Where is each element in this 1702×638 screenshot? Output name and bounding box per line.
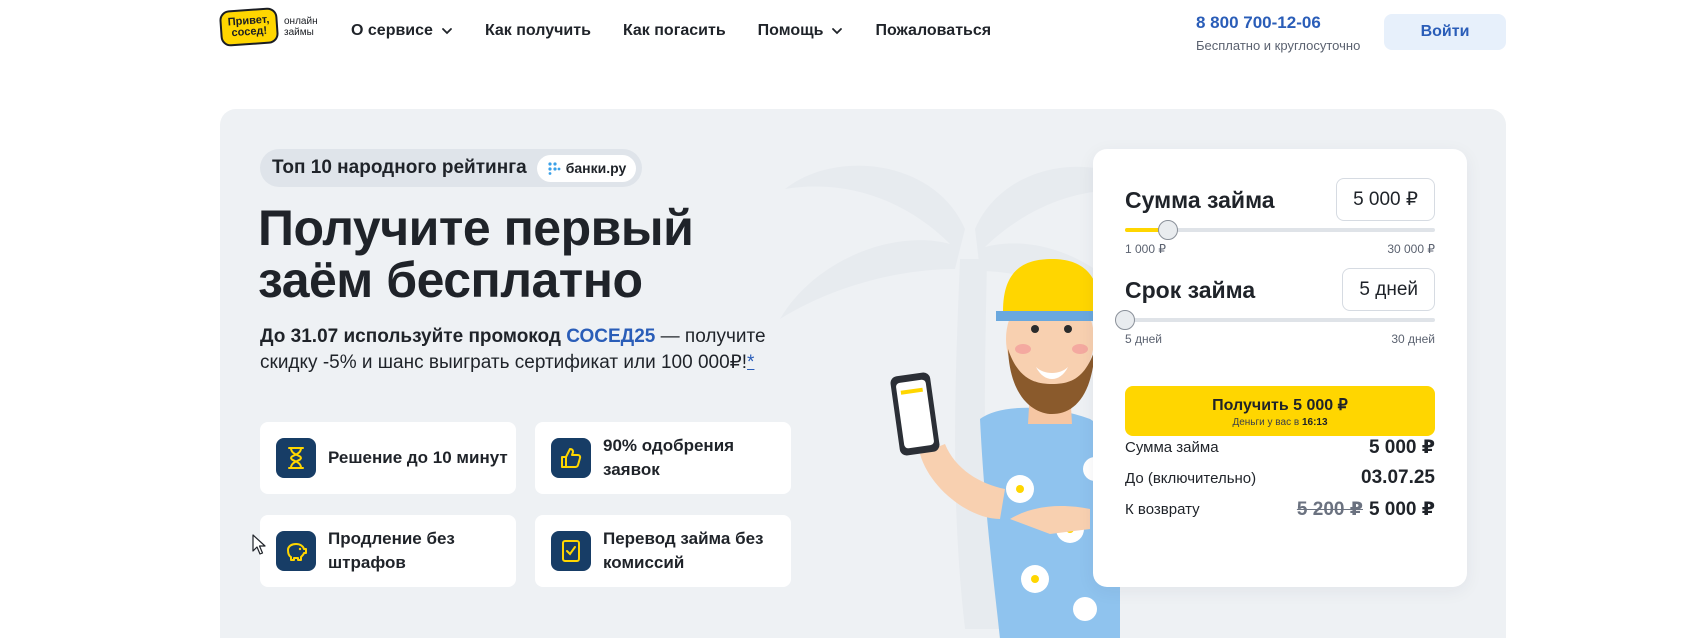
hero-title: Получите первый заём бесплатно — [258, 202, 818, 306]
banki-logo-icon — [548, 162, 561, 175]
get-loan-button-label: Получить 5 000 ₽ — [1212, 396, 1348, 414]
logo-side-line1: онлайн — [284, 16, 318, 27]
thumbs-up-icon — [551, 438, 591, 478]
old-repayment-value: 5 200 ₽ — [1296, 499, 1363, 520]
logo-main-line2: сосед! — [231, 24, 268, 40]
get-loan-button[interactable]: Получить 5 000 ₽ Деньги у вас в 16:13 — [1125, 386, 1435, 436]
nav-item-complain[interactable]: Пожаловаться — [875, 22, 991, 40]
summary-label: К возврату — [1125, 501, 1200, 518]
nav-item-label: О сервисе — [351, 22, 433, 39]
promo-code: СОСЕД25 — [566, 326, 656, 347]
amount-slider[interactable] — [1125, 220, 1435, 240]
summary-value: 5 000 ₽ — [1368, 437, 1435, 458]
hero-title-line2: заём бесплатно — [258, 252, 643, 308]
repayment-value: 5 000 ₽ — [1368, 499, 1435, 520]
loan-calculator: Сумма займа 5 000 ₽ 1 000 ₽ 30 000 ₽ Сро… — [1093, 149, 1467, 587]
promo-prefix: До 31.07 используйте промокод — [260, 326, 561, 347]
delivery-time: 16:13 — [1301, 416, 1328, 428]
term-label: Срок займа — [1125, 277, 1256, 303]
mouse-cursor-icon — [252, 534, 266, 555]
amount-min-label: 1 000 ₽ — [1125, 242, 1166, 256]
amount-slider-handle[interactable] — [1157, 220, 1178, 240]
nav-item-how-to-repay[interactable]: Как погасить — [623, 22, 726, 40]
mascot-illustration — [890, 259, 1120, 638]
logo-side-line2: займы — [284, 27, 314, 38]
summary-row: К возврату 5 200 ₽5 000 ₽ — [1125, 498, 1435, 521]
summary-value: 03.07.25 — [1361, 467, 1435, 488]
term-min-label: 5 дней — [1125, 332, 1163, 346]
logo-badge: Привет, сосед! — [218, 7, 280, 47]
page: Привет, сосед! онлайн займы О сервисе Ка… — [0, 0, 1702, 638]
amount-label: Сумма займа — [1125, 187, 1275, 213]
logo-side: онлайн займы — [284, 16, 318, 38]
nav-item-label: Как погасить — [622, 22, 726, 39]
rating-text: Топ 10 народного рейтинга — [272, 157, 527, 178]
summary-label: Сумма займа — [1125, 439, 1219, 456]
nav-item-how-to-get[interactable]: Как получить — [485, 22, 591, 40]
promo-text: До 31.07 используйте промокод СОСЕД25 — … — [260, 324, 780, 376]
header: Привет, сосед! онлайн займы О сервисе Ка… — [0, 0, 1702, 66]
summary-value: 5 200 ₽5 000 ₽ — [1297, 498, 1435, 521]
get-loan-button-subtitle: Деньги у вас в 16:13 — [1232, 417, 1327, 428]
piggy-bank-icon — [276, 531, 316, 571]
summary-row: Сумма займа 5 000 ₽ — [1125, 436, 1435, 459]
hero-section: Топ 10 народного рейтинга банки.ру Получ… — [220, 109, 1506, 638]
phone-link[interactable]: 8 800 700-12-06 — [1196, 13, 1360, 33]
feature-card: Перевод займа без комиссий — [535, 515, 791, 587]
term-max-label: 30 дней — [1391, 332, 1435, 346]
chevron-down-icon — [442, 28, 452, 35]
term-slider[interactable] — [1115, 310, 1435, 330]
term-input[interactable]: 5 дней — [1342, 268, 1435, 311]
feature-card: 90% одобрения заявок — [535, 422, 791, 494]
logo[interactable]: Привет, сосед! онлайн займы — [218, 7, 322, 47]
term-slider-handle[interactable] — [1115, 310, 1135, 330]
hero-title-line1: Получите первый — [258, 200, 694, 256]
amount-input[interactable]: 5 000 ₽ — [1336, 178, 1435, 221]
login-button[interactable]: Войти — [1384, 14, 1506, 50]
phone-subtitle: Бесплатно и круглосуточно — [1196, 38, 1361, 53]
hourglass-icon — [276, 438, 316, 478]
nav-item-label: Пожаловаться — [875, 22, 992, 39]
nav-item-label: Как получить — [484, 22, 591, 39]
main-nav: О сервисе Как получить Как погасить Помо… — [351, 22, 1023, 40]
phone-block: 8 800 700-12-06 Бесплатно и круглосуточн… — [1196, 13, 1360, 53]
summary-row: До (включительно) 03.07.25 — [1125, 467, 1435, 489]
rating-badge: Топ 10 народного рейтинга банки.ру — [260, 149, 643, 187]
feature-card: Решение до 10 минут — [260, 422, 516, 494]
document-check-icon — [551, 531, 591, 571]
feature-text: Решение до 10 минут — [328, 448, 508, 467]
feature-text: 90% одобрения заявок — [603, 436, 735, 479]
chevron-down-icon — [832, 28, 843, 35]
summary-label: До (включительно) — [1125, 469, 1257, 487]
delivery-prefix: Деньги у вас в — [1232, 416, 1300, 428]
feature-text: Перевод займа без комиссий — [603, 529, 764, 572]
amount-max-label: 30 000 ₽ — [1387, 242, 1435, 256]
promo-footnote-link[interactable]: * — [747, 352, 754, 373]
partner-name: банки.ру — [565, 160, 627, 176]
nav-item-label: Помощь — [757, 22, 824, 39]
nav-item-about[interactable]: О сервисе — [351, 22, 453, 40]
feature-text: Продление без штрафов — [328, 529, 455, 572]
partner-badge[interactable]: банки.ру — [536, 154, 637, 182]
nav-item-help[interactable]: Помощь — [758, 22, 844, 40]
feature-card: Продление без штрафов — [260, 515, 516, 587]
